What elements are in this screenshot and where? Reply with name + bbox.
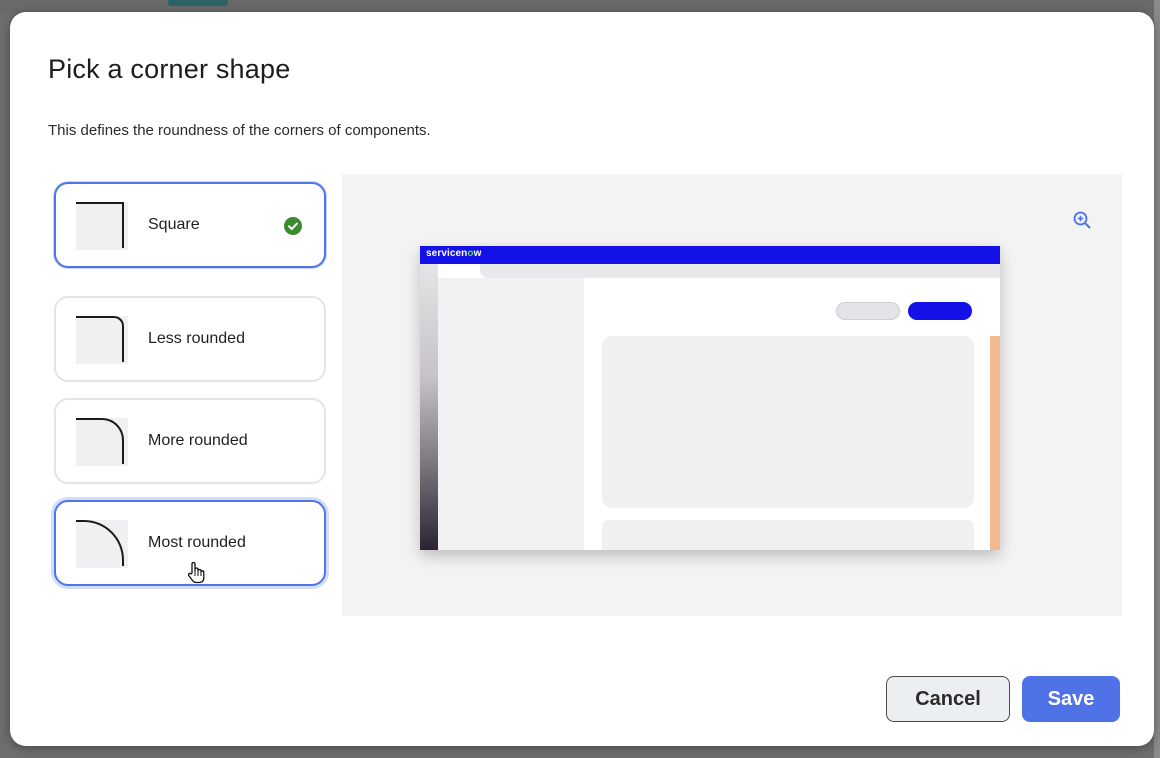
option-label-square: Square: [148, 216, 200, 233]
option-more-rounded[interactable]: More rounded: [54, 398, 326, 484]
most-rounded-corner-thumbnail: [76, 520, 128, 568]
most-rounded-corner-shape: [76, 520, 124, 566]
zoom-in-icon[interactable]: [1072, 210, 1092, 235]
mock-subheader: [480, 264, 1000, 278]
background-app-edge: [1154, 0, 1160, 758]
less-rounded-corner-thumbnail: [76, 316, 128, 364]
brand-text-start: servicen: [426, 248, 468, 259]
mock-secondary-button: [836, 302, 900, 320]
mock-header-bar: servicenow: [420, 246, 1000, 264]
corner-shape-dialog: Pick a corner shape This defines the rou…: [10, 12, 1154, 746]
check-circle-icon: [284, 217, 302, 235]
square-corner-shape: [76, 202, 124, 248]
more-rounded-corner-thumbnail: [76, 418, 128, 466]
square-corner-thumbnail: [76, 202, 128, 250]
save-button[interactable]: Save: [1022, 676, 1120, 722]
mock-primary-button: [908, 302, 972, 320]
mock-content-card-secondary: [602, 520, 974, 550]
more-rounded-corner-shape: [76, 418, 124, 464]
option-square[interactable]: Square: [54, 182, 326, 268]
preview-panel: servicenow: [342, 174, 1122, 616]
background-app-text: [168, 0, 228, 6]
option-label-more-rounded: More rounded: [148, 432, 248, 449]
mock-navigation-panel: [438, 278, 584, 550]
preview-mock-window: servicenow: [420, 246, 1000, 550]
dialog-description: This defines the roundness of the corner…: [48, 122, 431, 139]
mock-brand-logo: servicenow: [426, 248, 482, 259]
option-less-rounded[interactable]: Less rounded: [54, 296, 326, 382]
less-rounded-corner-shape: [76, 316, 124, 362]
mock-left-rail: [420, 264, 438, 550]
brand-text-end: w: [473, 248, 482, 259]
option-most-rounded[interactable]: Most rounded: [54, 500, 326, 586]
mock-content-card: [602, 336, 974, 508]
pointer-hand-cursor-icon: [184, 560, 210, 591]
mock-accent-bar: [990, 336, 1000, 550]
option-label-less-rounded: Less rounded: [148, 330, 245, 347]
dialog-title: Pick a corner shape: [48, 54, 291, 84]
cancel-button[interactable]: Cancel: [886, 676, 1010, 722]
